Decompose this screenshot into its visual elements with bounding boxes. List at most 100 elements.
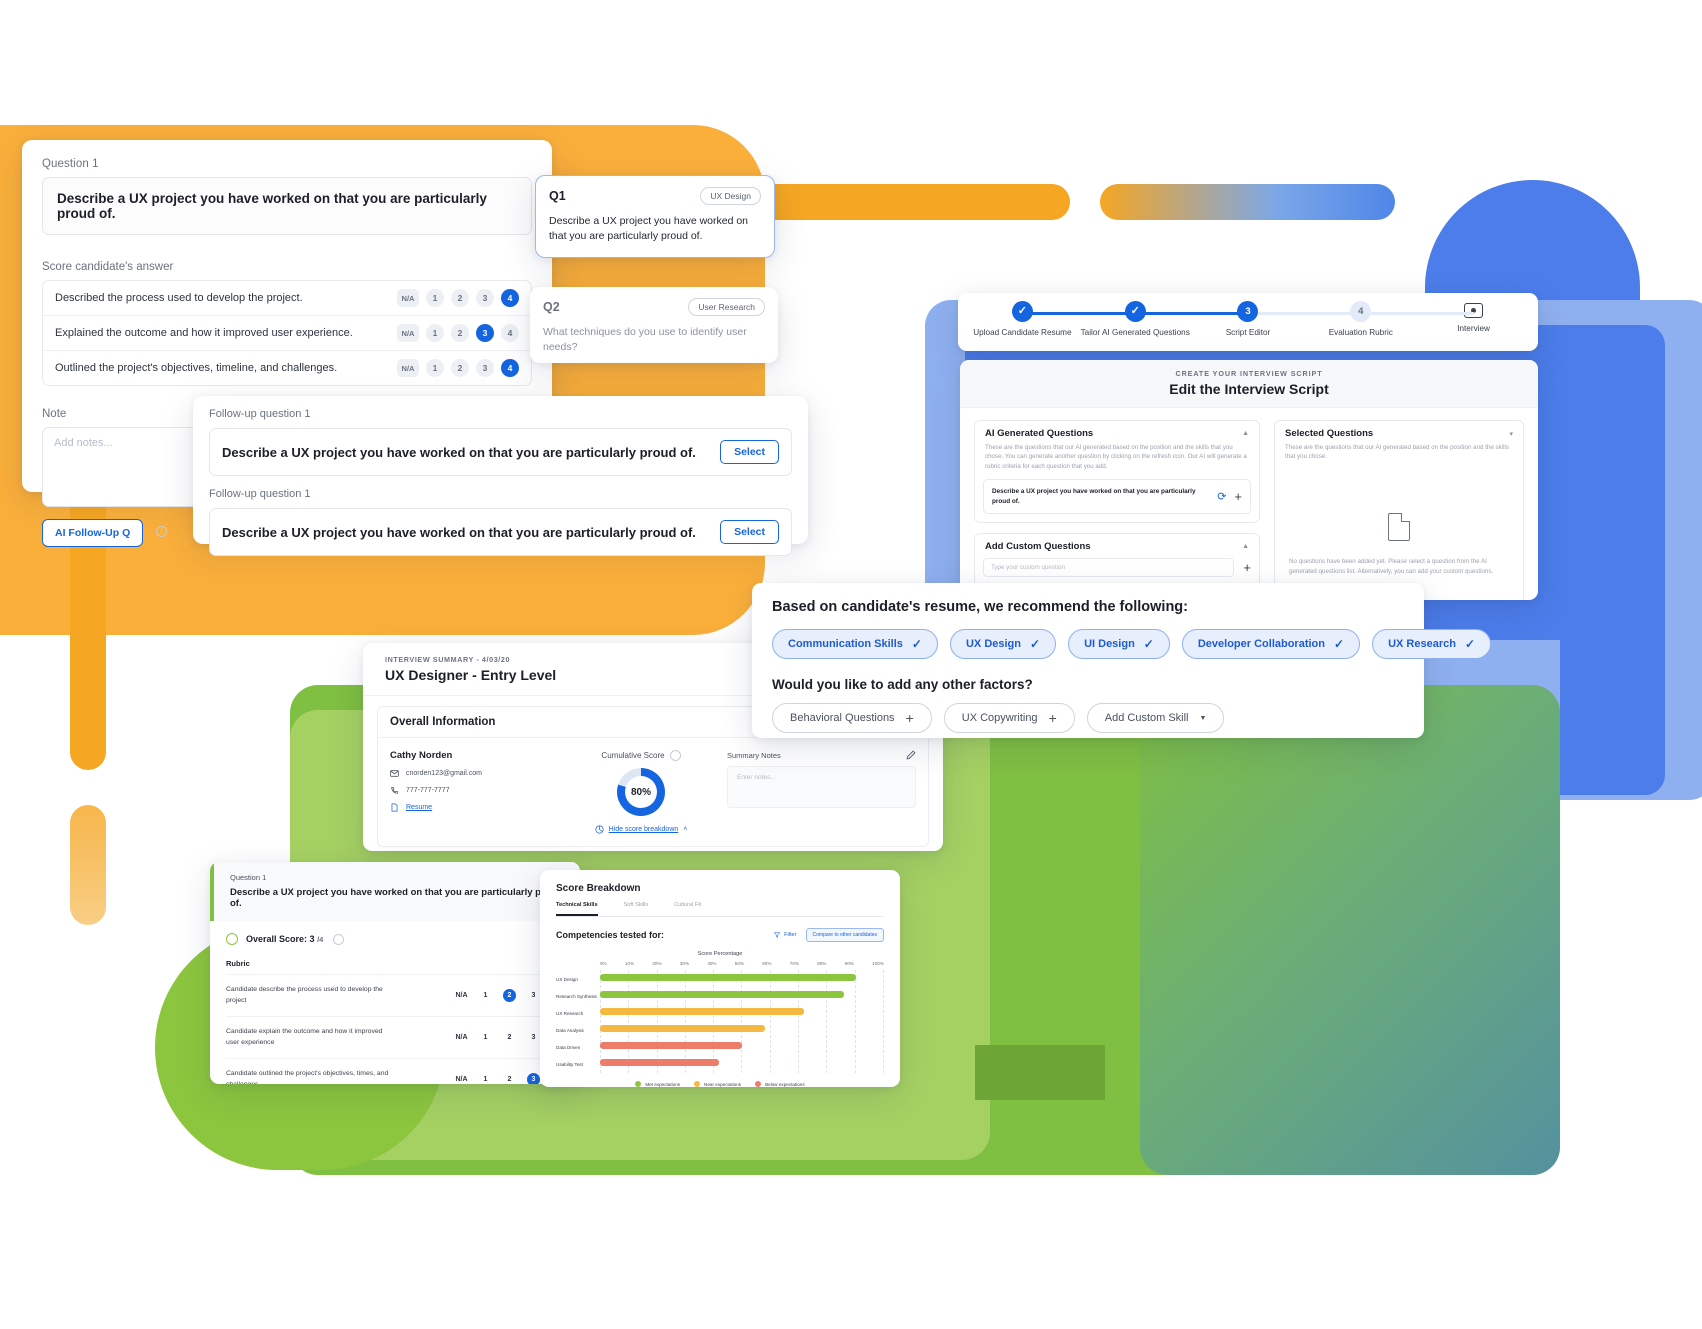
scale-option-1[interactable]: 1	[479, 992, 492, 999]
score-option-na[interactable]: N/A	[397, 359, 419, 377]
custom-panel-header[interactable]: Add Custom Questions ▲	[975, 534, 1259, 556]
scale-option-3[interactable]: 3	[527, 1034, 540, 1041]
score-option-4[interactable]: 4	[501, 289, 519, 307]
score-scale[interactable]: N/A 1 2 3 4	[397, 324, 519, 342]
chevron-up-icon[interactable]: ▲	[1242, 430, 1249, 437]
score-option-1[interactable]: 1	[426, 324, 444, 342]
recommended-skill-chips: Communication Skills ✓ UX Design ✓ UI De…	[772, 629, 1491, 659]
mail-icon	[390, 770, 399, 777]
pie-chart-icon	[595, 825, 604, 834]
filter-button[interactable]: Filter	[774, 932, 797, 938]
score-scale[interactable]: N/A 1 2 3 4	[397, 359, 519, 377]
resume-link-row[interactable]: Resume	[390, 803, 555, 812]
score-option-3[interactable]: 3	[476, 289, 494, 307]
custom-panel-title: Add Custom Questions	[985, 541, 1091, 553]
chevron-up-icon[interactable]: ▲	[1242, 543, 1249, 550]
add-icon[interactable]: +	[1243, 561, 1251, 574]
add-icon[interactable]: +	[1234, 490, 1242, 503]
step-upload-candidate-resume[interactable]: ✓ Upload Candidate Resume	[966, 293, 1136, 337]
score-option-1[interactable]: 1	[426, 359, 444, 377]
step-evaluation-rubric[interactable]: 4 Evaluation Rubric	[1304, 293, 1474, 337]
chart-category-label: Usability Test	[556, 1061, 583, 1067]
score-option-2[interactable]: 2	[451, 289, 469, 307]
step-tailor-ai-generated-questions[interactable]: ✓ Tailor AI Generated Questions	[1079, 293, 1248, 337]
compare-candidates-button[interactable]: Compare to other candidates	[805, 928, 884, 942]
score-option-2[interactable]: 2	[451, 359, 469, 377]
scale-option-1[interactable]: 1	[479, 1034, 492, 1041]
score-option-4[interactable]: 4	[501, 324, 519, 342]
tick-label: 100%	[872, 961, 884, 966]
rubric-table: Described the process used to develop th…	[42, 280, 532, 386]
chart-category-label: Data Analysis	[556, 1027, 584, 1033]
score-donut-value: 80%	[630, 786, 651, 798]
skill-chip-ux-research[interactable]: UX Research ✓	[1372, 629, 1491, 659]
followup-row: Describe a UX project you have worked on…	[209, 508, 792, 556]
scale-option-2[interactable]: 2	[503, 1034, 516, 1041]
decor-gradient-pill	[1100, 184, 1395, 220]
refresh-icon[interactable]: ⟳	[1217, 490, 1226, 503]
factor-chip-behavioral-questions[interactable]: Behavioral Questions +	[772, 703, 932, 733]
skill-chip-ux-design[interactable]: UX Design ✓	[949, 629, 1057, 659]
hide-score-breakdown-button[interactable]: Hide score breakdown ˄	[595, 825, 687, 834]
select-button[interactable]: Select	[720, 520, 779, 544]
info-icon[interactable]	[333, 933, 345, 945]
chart-category-label: UX Research	[556, 1010, 584, 1016]
score-option-2[interactable]: 2	[451, 324, 469, 342]
tick-label: 40%	[707, 961, 717, 966]
factor-chip-add-custom-skill[interactable]: Add Custom Skill ▼	[1086, 703, 1225, 733]
scale-option-1[interactable]: 1	[479, 1076, 492, 1083]
score-option-3[interactable]: 3	[476, 324, 494, 342]
rubric-question-text: Describe a UX project you have worked on…	[230, 887, 563, 909]
tab-soft-skills[interactable]: Soft Skills	[624, 902, 649, 916]
resume-link[interactable]: Resume	[406, 804, 432, 811]
step-number: 4	[1350, 301, 1372, 322]
score-option-na[interactable]: N/A	[397, 324, 419, 342]
score-option-3[interactable]: 3	[476, 359, 494, 377]
file-icon	[391, 803, 398, 812]
decor-teal-gradient	[1140, 685, 1560, 1175]
chevron-down-icon[interactable]: ▾	[1509, 430, 1513, 438]
step-label: Upload Candidate Resume	[973, 328, 1072, 337]
scale-option-na[interactable]: N/A	[455, 992, 468, 999]
scale-option-na[interactable]: N/A	[455, 1076, 468, 1083]
skill-chip-developer-collaboration[interactable]: Developer Collaboration ✓	[1181, 629, 1361, 659]
chip-label: UX Research	[1388, 638, 1456, 650]
chart-subtitle: Competencies tested for:	[556, 930, 665, 940]
scale-option-na[interactable]: N/A	[455, 1034, 468, 1041]
legend-swatch	[635, 1081, 642, 1087]
scale-option-3[interactable]: 3	[527, 992, 540, 999]
tab-technical-skills[interactable]: Technical Skills	[556, 902, 598, 916]
skill-chip-communication-skills[interactable]: Communication Skills ✓	[772, 629, 938, 659]
score-breakdown-card: Score Breakdown Technical Skills Soft Sk…	[540, 870, 900, 1087]
select-button[interactable]: Select	[720, 440, 779, 464]
custom-question-input[interactable]: Type your custom question	[983, 558, 1235, 578]
pencil-icon[interactable]	[906, 750, 916, 760]
factor-chip-ux-copywriting[interactable]: UX Copywriting +	[943, 703, 1075, 733]
info-icon[interactable]	[669, 750, 681, 761]
score-option-1[interactable]: 1	[426, 289, 444, 307]
score-option-4[interactable]: 4	[501, 359, 519, 377]
score-option-na[interactable]: N/A	[397, 289, 419, 307]
overall-score-text: Overall Score: 3 /4	[246, 934, 323, 944]
hide-breakdown-label[interactable]: Hide score breakdown	[609, 826, 679, 833]
question-label: Question 1	[42, 158, 99, 170]
summary-notes-input[interactable]: Enter notes...	[727, 766, 916, 808]
script-editor-card: CREATE YOUR INTERVIEW SCRIPT Edit the In…	[960, 360, 1538, 600]
scale-option-2[interactable]: 2	[503, 1076, 516, 1083]
question-card-q2[interactable]: Q2 User Research What techniques do you …	[530, 287, 778, 363]
tab-cultural-fit[interactable]: Cultural Fit	[674, 902, 701, 916]
scale-option-2[interactable]: 2	[503, 989, 516, 1003]
selected-panel-header[interactable]: Selected Questions ▾	[1275, 421, 1523, 443]
ai-followup-button[interactable]: AI Follow-Up Q	[42, 519, 144, 547]
ai-generated-questions-panel: AI Generated Questions ▲ These are the q…	[974, 420, 1260, 524]
skill-chip-ui-design[interactable]: UI Design ✓	[1068, 629, 1170, 659]
cumulative-score: Cumulative Score 80% Hide score breakdow…	[571, 750, 711, 834]
ai-panel-header[interactable]: AI Generated Questions ▲	[975, 421, 1259, 443]
chevron-up-icon[interactable]: ˄	[683, 826, 687, 833]
q1-tag: UX Design	[700, 187, 761, 205]
score-scale[interactable]: N/A 1 2 3 4	[397, 289, 519, 307]
step-script-editor[interactable]: 3 Script Editor	[1192, 293, 1361, 337]
info-icon[interactable]: i	[155, 526, 167, 538]
question-card-q1[interactable]: Q1 UX Design Describe a UX project you h…	[535, 175, 775, 258]
scale-option-3[interactable]: 3	[527, 1073, 540, 1084]
